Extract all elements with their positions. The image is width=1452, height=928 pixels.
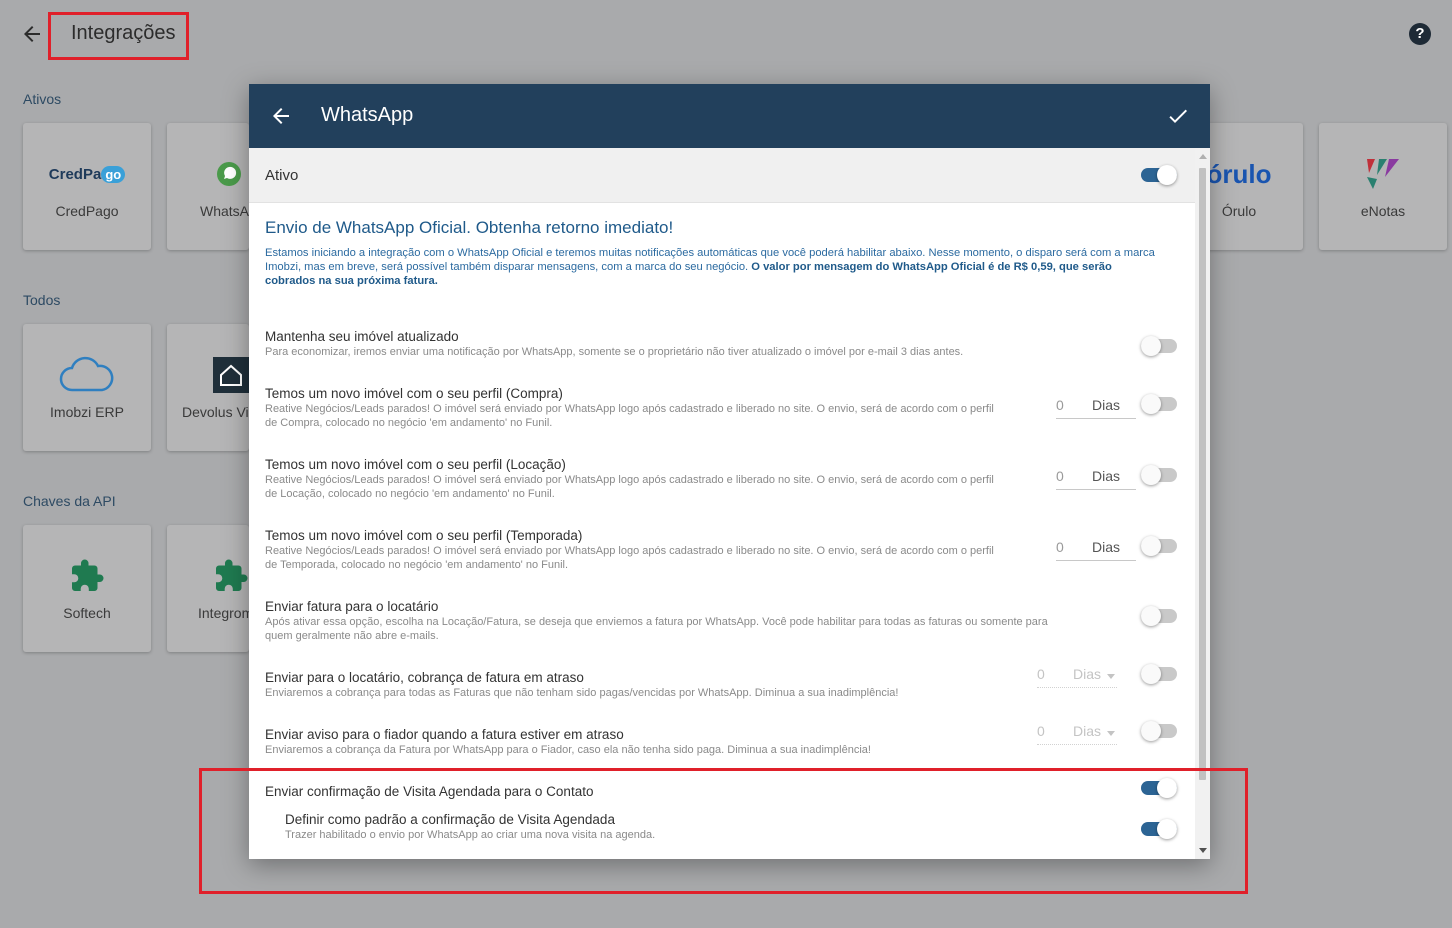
toggle-perfil-locacao[interactable] [1141, 465, 1177, 485]
days-input-temporada[interactable]: 0 Dias [1056, 535, 1136, 561]
days-unit: Dias [1092, 397, 1121, 413]
scroll-up-arrow-icon[interactable] [1199, 154, 1207, 159]
intro-text: Estamos iniciando a integração com o Wha… [265, 246, 1165, 288]
days-value: 0 [1037, 723, 1045, 739]
days-unit: Dias [1092, 539, 1121, 555]
back-arrow-icon[interactable] [20, 22, 44, 46]
scroll-thumb[interactable] [1199, 168, 1206, 780]
card-devolus[interactable]: Devolus Vistoria [167, 324, 249, 451]
toggle-perfil-temporada[interactable] [1141, 536, 1177, 556]
days-value: 0 [1037, 666, 1045, 682]
card-credpago[interactable]: CredPa go CredPago [23, 123, 151, 250]
setting-desc: Trazer habilitado o envio por WhatsApp a… [285, 829, 656, 841]
card-whatsapp[interactable]: WhatsApp [167, 123, 249, 250]
page-title: Integrações [71, 22, 176, 44]
setting-padrao-visita: Definir como padrão a confirmação de Vis… [285, 811, 1205, 842]
setting-desc: Enviaremos a cobrança para todas as Fatu… [265, 687, 899, 699]
setting-title: Enviar fatura para o locatário [265, 599, 439, 614]
toggle-padrao-visita[interactable] [1141, 819, 1177, 839]
section-chaves-label: Chaves da API [23, 493, 116, 509]
toggle-cobranca-atraso[interactable] [1141, 664, 1177, 684]
days-value: 0 [1056, 397, 1064, 413]
toggle-aviso-fiador[interactable] [1141, 721, 1177, 741]
setting-desc: Para economizar, iremos enviar uma notif… [265, 346, 964, 358]
days-select-fiador[interactable]: 0 Dias [1037, 719, 1117, 745]
dialog-scrollbar[interactable] [1195, 148, 1210, 859]
setting-desc: Reative Negócios/Leads parados! O imóvel… [265, 474, 994, 500]
days-value: 0 [1056, 468, 1064, 484]
active-toggle[interactable] [1141, 165, 1177, 185]
section-todos-label: Todos [23, 292, 61, 308]
dialog-back-arrow-icon[interactable] [269, 104, 293, 128]
whatsapp-icon [167, 155, 249, 193]
intro-block: Envio de WhatsApp Oficial. Obtenha retor… [265, 218, 1165, 288]
days-unit: Dias [1073, 666, 1102, 682]
setting-imovel-atualizado: Mantenha seu imóvel atualizado Para econ… [265, 328, 1185, 359]
dialog-header: WhatsApp [249, 84, 1210, 148]
card-label: Imobzi ERP [50, 404, 124, 420]
setting-title: Temos um novo imóvel com o seu perfil (C… [265, 386, 563, 401]
confirm-check-icon[interactable] [1166, 104, 1190, 128]
devolus-logo-icon [167, 356, 249, 394]
toggle-perfil-compra[interactable] [1141, 394, 1177, 414]
credpago-logo-badge: go [101, 165, 126, 183]
help-icon[interactable]: ? [1409, 23, 1431, 45]
card-label: Integrom [198, 605, 249, 621]
card-label: WhatsApp [200, 203, 249, 219]
setting-title: Mantenha seu imóvel atualizado [265, 329, 459, 344]
setting-desc: Reative Negócios/Leads parados! O imóvel… [265, 545, 994, 571]
enotas-logo-icon [1319, 155, 1447, 193]
credpago-logo-icon: CredPa go [23, 155, 151, 193]
card-label: Devolus Vistoria [182, 404, 249, 420]
toggle-confirmacao-visita[interactable] [1141, 778, 1177, 798]
days-input-compra[interactable]: 0 Dias [1056, 393, 1136, 419]
setting-desc: Após ativar essa opção, escolha na Locaç… [265, 616, 1048, 642]
card-imobzi-erp[interactable]: Imobzi ERP [23, 324, 151, 451]
card-label: CredPago [55, 203, 119, 219]
section-ativos-label: Ativos [23, 91, 62, 107]
toggle-fatura-locatario[interactable] [1141, 606, 1177, 626]
setting-perfil-temporada: Temos um novo imóvel com o seu perfil (T… [265, 527, 1185, 572]
orulo-logo-text: órulo [1206, 158, 1272, 189]
setting-desc: Reative Negócios/Leads parados! O imóvel… [265, 403, 994, 429]
days-input-locacao[interactable]: 0 Dias [1056, 464, 1136, 490]
setting-title: Definir como padrão a confirmação de Vis… [285, 812, 615, 827]
active-row: Ativo [249, 148, 1195, 203]
card-integrom[interactable]: Integrom [167, 525, 249, 652]
setting-perfil-locacao: Temos um novo imóvel com o seu perfil (L… [265, 456, 1185, 501]
toggle-imovel-atualizado[interactable] [1141, 336, 1177, 356]
card-label: Softech [63, 605, 111, 621]
days-value: 0 [1056, 539, 1064, 555]
dialog-body: Ativo Envio de WhatsApp Oficial. Obtenha… [249, 148, 1195, 859]
puzzle-icon [167, 557, 249, 595]
card-softech[interactable]: Softech [23, 525, 151, 652]
card-enotas[interactable]: eNotas [1319, 123, 1447, 250]
setting-fatura-locatario: Enviar fatura para o locatário Após ativ… [265, 598, 1185, 643]
setting-title: Enviar confirmação de Visita Agendada pa… [265, 784, 594, 799]
dropdown-caret-icon [1107, 731, 1115, 736]
intro-title: Envio de WhatsApp Oficial. Obtenha retor… [265, 218, 674, 237]
scroll-down-arrow-icon[interactable] [1199, 848, 1207, 853]
dropdown-caret-icon [1107, 674, 1115, 679]
days-select-cobranca[interactable]: 0 Dias [1037, 662, 1117, 688]
days-unit: Dias [1073, 723, 1102, 739]
whatsapp-dialog: WhatsApp Ativo Envio de WhatsApp Oficial… [249, 84, 1210, 859]
dialog-title: WhatsApp [321, 104, 414, 126]
setting-perfil-compra: Temos um novo imóvel com o seu perfil (C… [265, 385, 1185, 430]
days-unit: Dias [1092, 468, 1121, 484]
setting-desc: Enviaremos a cobrança da Fatura por What… [265, 744, 871, 756]
active-label: Ativo [265, 167, 299, 184]
credpago-logo-text: CredPa [48, 165, 102, 183]
card-label: eNotas [1360, 203, 1406, 219]
setting-title: Temos um novo imóvel com o seu perfil (L… [265, 457, 566, 472]
puzzle-icon [23, 557, 151, 595]
cloud-icon [23, 356, 151, 394]
setting-confirmacao-visita: Enviar confirmação de Visita Agendada pa… [265, 783, 1185, 800]
setting-title: Temos um novo imóvel com o seu perfil (T… [265, 528, 583, 543]
